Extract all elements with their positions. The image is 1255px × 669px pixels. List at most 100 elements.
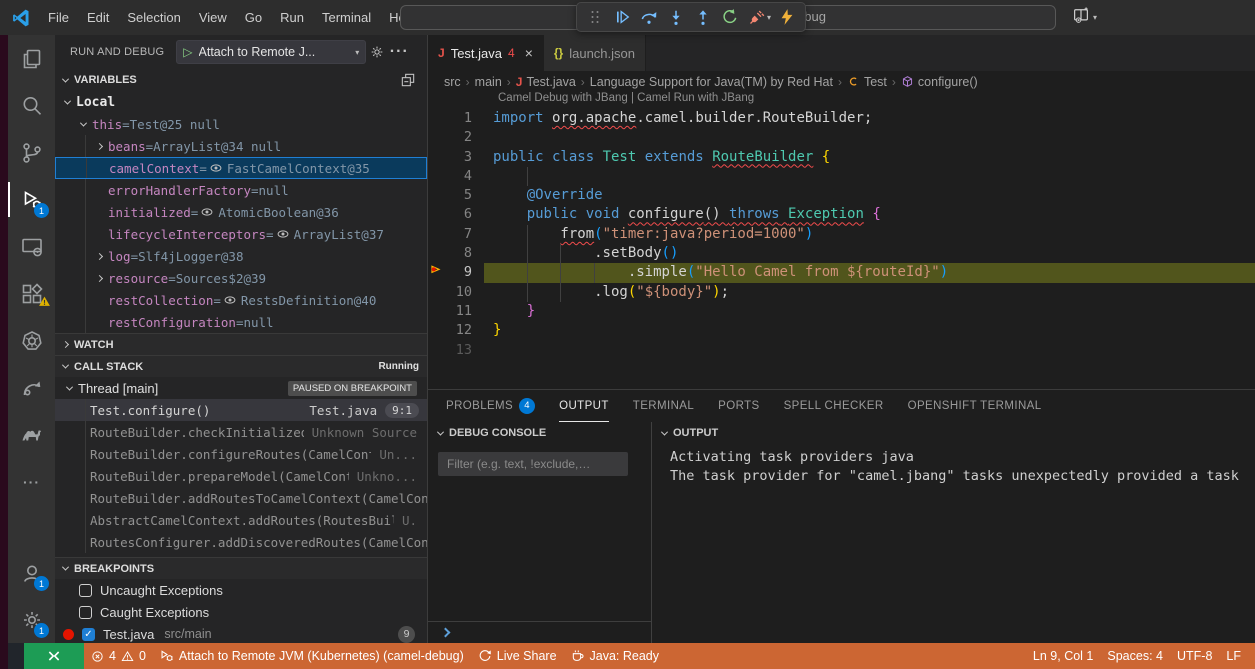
breadcrumb-item[interactable]: main — [475, 75, 502, 89]
activity-item-source-control[interactable] — [8, 129, 55, 176]
panel-tab-output[interactable]: OUTPUT — [559, 390, 609, 422]
debug-console-header[interactable]: DEBUG CONSOLE — [428, 422, 651, 444]
code-line[interactable]: 10.log("${body}"); — [428, 283, 1255, 302]
activity-item-explorer[interactable] — [8, 35, 55, 82]
chevron-right-icon[interactable] — [96, 274, 103, 281]
call-stack-frame[interactable]: RouteBuilder.checkInitialized()Unknown S… — [55, 421, 427, 443]
continue-button[interactable] — [609, 4, 635, 30]
configure-launch-gear-icon[interactable] — [366, 41, 388, 63]
breakpoint-row[interactable]: ✓Test.javasrc/main9 — [55, 623, 427, 643]
remote-indicator[interactable] — [24, 643, 84, 669]
panel-tab-openshift-terminal[interactable]: OPENSHIFT TERMINAL — [908, 390, 1042, 422]
call-stack-section-header[interactable]: CALL STACK Running — [55, 355, 427, 377]
activity-item-search[interactable] — [8, 82, 55, 129]
activity-item-manage[interactable]: 1 — [8, 596, 55, 643]
code-line[interactable]: 5@Override — [428, 186, 1255, 205]
breadcrumb-item[interactable]: JTest.java — [516, 75, 576, 89]
call-stack-frame[interactable]: RouteBuilder.prepareModel(CamelContext)U… — [55, 465, 427, 487]
step-over-button[interactable] — [636, 4, 662, 30]
call-stack-frame[interactable]: Test.configure()Test.java9:1 — [55, 399, 427, 421]
variable-row[interactable]: errorHandlerFactory = null — [55, 179, 427, 201]
menu-terminal[interactable]: Terminal — [313, 0, 380, 35]
indentation-status[interactable]: Spaces: 4 — [1100, 643, 1170, 669]
panel-tab-terminal[interactable]: TERMINAL — [633, 390, 694, 422]
code-line[interactable]: 1import org.apache.camel.builder.RouteBu… — [428, 109, 1255, 128]
variable-row[interactable]: restCollection = RestsDefinition@40 — [55, 289, 427, 311]
breakpoint-checkbox[interactable] — [79, 584, 92, 597]
breadcrumb-item[interactable]: Test — [847, 75, 887, 89]
menu-file[interactable]: File — [39, 0, 78, 35]
chevron-down-icon[interactable] — [64, 97, 71, 104]
debug-session-status[interactable]: Attach to Remote JVM (Kubernetes) (camel… — [153, 643, 471, 669]
activity-item-remote-explorer[interactable] — [8, 223, 55, 270]
variable-row[interactable]: resource = Sources$2@39 — [55, 267, 427, 289]
panel-tab-problems[interactable]: PROBLEMS4 — [446, 390, 535, 422]
launch-config-dropdown[interactable]: ▷ Attach to Remote J... ▾ — [176, 40, 366, 64]
step-out-button[interactable] — [690, 4, 716, 30]
code-line[interactable]: 4 — [428, 167, 1255, 186]
watch-section-header[interactable]: WATCH — [55, 333, 427, 355]
breakpoint-row[interactable]: Caught Exceptions — [55, 601, 427, 623]
activity-item-run-and-debug[interactable]: 1 — [8, 176, 55, 223]
variable-row[interactable]: beans = ArrayList@34 null — [55, 135, 427, 157]
start-debug-icon[interactable]: ▷ — [183, 45, 192, 59]
chevron-right-icon[interactable] — [96, 252, 103, 259]
variable-row[interactable]: Local — [55, 91, 427, 113]
code-line[interactable]: 9.simple("Hello Camel from ${routeId}") — [428, 263, 1255, 282]
menu-go[interactable]: Go — [236, 0, 271, 35]
code-line[interactable]: 13 — [428, 341, 1255, 360]
variable-row[interactable]: log = Slf4jLogger@38 — [55, 245, 427, 267]
encoding-status[interactable]: UTF-8 — [1170, 643, 1219, 669]
call-stack-frame[interactable]: RoutesConfigurer.addDiscoveredRoutes(Cam… — [55, 531, 427, 553]
activity-item-accounts[interactable]: 1 — [8, 549, 55, 596]
activity-item-kubernetes[interactable] — [8, 317, 55, 364]
live-share-status[interactable]: Live Share — [471, 643, 564, 669]
debug-console-filter-input[interactable] — [438, 452, 628, 476]
codelens[interactable]: Camel Debug with JBang | Camel Run with … — [428, 92, 1255, 109]
breakpoint-checkbox[interactable]: ✓ — [82, 628, 95, 641]
breadcrumb-item[interactable]: src — [444, 75, 461, 89]
variables-section-header[interactable]: VARIABLES — [55, 69, 427, 91]
panel-tab-ports[interactable]: PORTS — [718, 390, 759, 422]
java-status[interactable]: Java: Ready — [564, 643, 666, 669]
customize-layout-button[interactable]: ▾ — [1072, 6, 1097, 29]
cursor-position[interactable]: Ln 9, Col 1 — [1026, 643, 1100, 669]
breakpoints-section-header[interactable]: BREAKPOINTS — [55, 557, 427, 579]
tab-test-java[interactable]: JTest.java4× — [428, 35, 544, 71]
call-stack-frame[interactable]: RouteBuilder.configureRoutes(CamelContex… — [55, 443, 427, 465]
variable-row[interactable]: restConfiguration = null — [55, 311, 427, 333]
variable-row[interactable]: lifecycleInterceptors = ArrayList@37 — [55, 223, 427, 245]
menu-run[interactable]: Run — [271, 0, 313, 35]
tab-launch-json[interactable]: {}launch.json — [544, 35, 646, 71]
collapse-all-icon[interactable] — [397, 69, 419, 91]
breakpoint-checkbox[interactable] — [79, 606, 92, 619]
output-log[interactable]: Activating task providers javaThe task p… — [652, 444, 1255, 486]
step-into-button[interactable] — [663, 4, 689, 30]
variable-row[interactable]: camelContext = FastCamelContext@35 — [55, 157, 427, 179]
activity-item-extensions[interactable] — [8, 270, 55, 317]
code-line[interactable]: 8.setBody() — [428, 244, 1255, 263]
variable-row[interactable]: this = Test@25 null — [55, 113, 427, 135]
restart-button[interactable] — [717, 4, 743, 30]
breadcrumb-item[interactable]: Language Support for Java(TM) by Red Hat — [590, 75, 833, 89]
eol-status[interactable]: LF — [1219, 643, 1255, 669]
output-header[interactable]: OUTPUT — [652, 422, 1255, 444]
code-line[interactable]: 6public void configure() throws Exceptio… — [428, 205, 1255, 224]
hot-code-replace-button[interactable] — [774, 4, 800, 30]
thread-row[interactable]: Thread [main] PAUSED ON BREAKPOINT — [55, 377, 427, 399]
code-line[interactable]: 11} — [428, 302, 1255, 321]
code-line[interactable]: 2 — [428, 128, 1255, 147]
code-line[interactable]: 12} — [428, 321, 1255, 340]
activity-item-openshift-connector[interactable] — [8, 364, 55, 411]
code-editor[interactable]: 1import org.apache.camel.builder.RouteBu… — [428, 109, 1255, 360]
chevron-down-icon[interactable] — [80, 119, 87, 126]
paused-breakpoint-icon[interactable] — [430, 264, 446, 286]
debug-console-repl[interactable] — [428, 621, 651, 643]
call-stack-frame[interactable]: AbstractCamelContext.addRoutes(RoutesBui… — [55, 509, 427, 531]
views-more-actions-button[interactable]: ··· — [388, 41, 410, 63]
variable-row[interactable]: initialized = AtomicBoolean@36 — [55, 201, 427, 223]
activity-item-camel[interactable] — [8, 411, 55, 458]
chevron-right-icon[interactable] — [96, 142, 103, 149]
breadcrumb-item[interactable]: configure() — [901, 75, 978, 89]
panel-tab-spell-checker[interactable]: SPELL CHECKER — [784, 390, 884, 422]
